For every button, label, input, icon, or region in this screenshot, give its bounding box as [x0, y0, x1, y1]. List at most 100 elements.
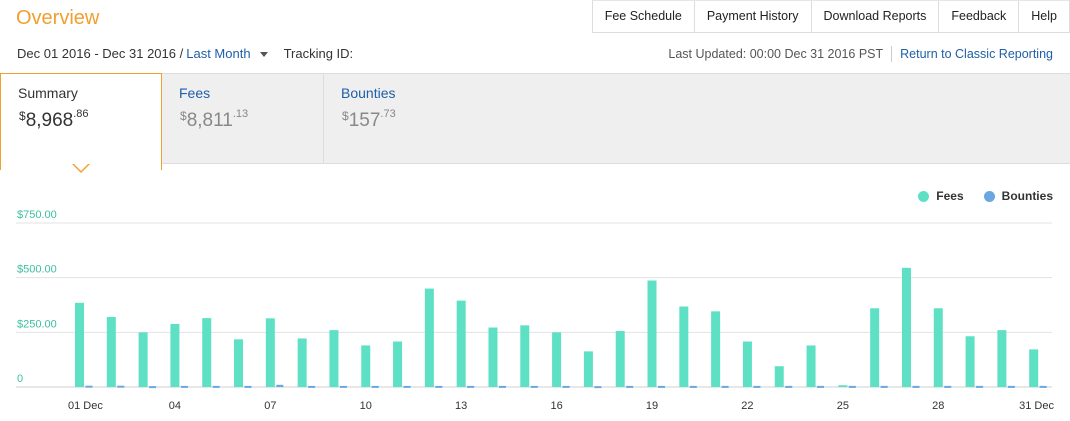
fees-bar: [329, 330, 339, 387]
fees-bar: [965, 336, 975, 387]
bounties-bar: [276, 384, 284, 387]
tab-fees-value: $8,811.13: [180, 108, 249, 131]
page-title: Overview: [16, 7, 100, 29]
fees-legend-dot: [918, 190, 930, 202]
bounties-bar: [530, 385, 538, 388]
y-tick-label: $250.00: [17, 318, 57, 330]
fees-bar: [361, 345, 371, 387]
bounties-bar: [976, 385, 984, 388]
bounties-bar: [658, 385, 666, 388]
tab-fees[interactable]: Fees $8,811.13: [162, 74, 324, 164]
x-tick-label: 31 Dec: [1019, 400, 1054, 412]
bounties-bar: [403, 385, 411, 388]
nav-download-reports[interactable]: Download Reports: [810, 1, 939, 32]
x-tick-label: 07: [264, 400, 276, 412]
bounties-bar: [180, 385, 188, 388]
bounties-bar: [149, 386, 157, 389]
y-tick-label: $500.00: [17, 264, 57, 276]
divider: [891, 46, 893, 62]
x-tick-label: 04: [169, 400, 181, 412]
x-tick-label: 13: [455, 400, 467, 412]
bounties-bar: [85, 385, 93, 388]
fees-bar: [456, 300, 466, 387]
bounties-bar: [594, 386, 602, 389]
fees-bar: [742, 341, 752, 387]
fees-bar: [997, 330, 1007, 387]
bounties-bar: [339, 385, 347, 388]
bounties-bar: [467, 385, 475, 388]
date-filter-row: Dec 01 2016 - Dec 31 2016 / Last Month T…: [17, 46, 353, 61]
tab-bounties-value: $157.73: [342, 108, 396, 131]
tab-summary-label: Summary: [18, 85, 78, 101]
fees-bar: [520, 325, 530, 387]
fees-bar: [711, 311, 721, 387]
fees-bar: [393, 341, 403, 387]
fees-bar: [297, 338, 307, 387]
fees-bar: [583, 351, 593, 387]
tracking-id-label: Tracking ID:: [283, 46, 354, 61]
fees-bar: [933, 308, 943, 387]
tab-summary-value: $8,968.86: [19, 108, 89, 131]
bounties-legend-dot: [983, 190, 995, 202]
fees-bar: [552, 332, 562, 387]
nav-feedback[interactable]: Feedback: [938, 1, 1018, 32]
fees-bar: [806, 345, 816, 387]
earnings-chart: 0 $250.00 $500.00 $750.00 01 Dec 04 07 10 13 16 19…: [16, 209, 1054, 412]
x-tick-label: 25: [837, 400, 849, 412]
classic-reporting-link[interactable]: Return to Classic Reporting: [900, 47, 1053, 61]
bounties-bar: [817, 385, 825, 388]
bounties-bar: [371, 385, 379, 388]
bounties-bar: [1007, 385, 1015, 388]
tab-summary[interactable]: Summary $8,968.86: [0, 73, 162, 170]
fees-bar: [170, 324, 180, 387]
fees-bar: [870, 308, 880, 387]
fees-bar: [138, 332, 148, 387]
bounties-bar: [435, 385, 443, 388]
nav-payment-history[interactable]: Payment History: [693, 1, 811, 32]
fees-bar: [901, 267, 911, 387]
bounties-bar: [562, 385, 570, 388]
nav-fee-schedule[interactable]: Fee Schedule: [593, 1, 694, 32]
fees-bar: [234, 339, 244, 387]
bounties-bar: [721, 385, 729, 388]
bounties-bar: [308, 385, 316, 388]
fees-bar: [106, 317, 116, 387]
tab-bounties[interactable]: Bounties $157.73: [324, 74, 486, 164]
legend-fees[interactable]: Fees: [918, 189, 964, 203]
chart-legend: Fees Bounties: [898, 189, 1053, 203]
bounties-bar: [880, 385, 888, 388]
x-tick-label: 19: [646, 400, 658, 412]
tab-bounties-label: Bounties: [341, 85, 396, 101]
fees-bar: [424, 288, 434, 387]
bounties-bar: [498, 385, 506, 388]
top-bar: Overview Fee Schedule Payment History Do…: [0, 0, 1070, 36]
bounties-bar: [785, 385, 793, 388]
bounties-bar: [117, 385, 125, 388]
fees-bar: [679, 306, 689, 387]
x-tick-label: 22: [741, 400, 753, 412]
x-tick-label: 10: [360, 400, 372, 412]
fees-bar: [265, 318, 275, 387]
y-tick-label: $750.00: [17, 209, 57, 221]
fees-bar: [75, 302, 84, 387]
x-tick-label: 16: [550, 400, 562, 412]
chevron-down-icon[interactable]: [259, 51, 268, 57]
bounties-bar: [753, 385, 761, 388]
tab-fees-label: Fees: [179, 85, 211, 101]
bounties-bar: [848, 385, 856, 388]
period-dropdown[interactable]: Last Month: [186, 46, 250, 61]
top-nav: Fee Schedule Payment History Download Re…: [591, 0, 1070, 33]
nav-help[interactable]: Help: [1018, 1, 1069, 32]
fees-bar: [615, 331, 625, 387]
fees-bar: [1029, 349, 1039, 387]
active-tab-pointer: [72, 163, 90, 173]
fees-bar: [647, 280, 657, 387]
fees-bar: [488, 327, 498, 387]
fees-bar: [838, 385, 848, 387]
y-tick-label: 0: [17, 373, 23, 385]
bounties-bar: [626, 385, 634, 388]
x-tick-label: 01 Dec: [68, 400, 103, 412]
fees-bar: [774, 366, 784, 387]
bounties-bar: [944, 385, 952, 388]
legend-bounties[interactable]: Bounties: [983, 189, 1053, 203]
